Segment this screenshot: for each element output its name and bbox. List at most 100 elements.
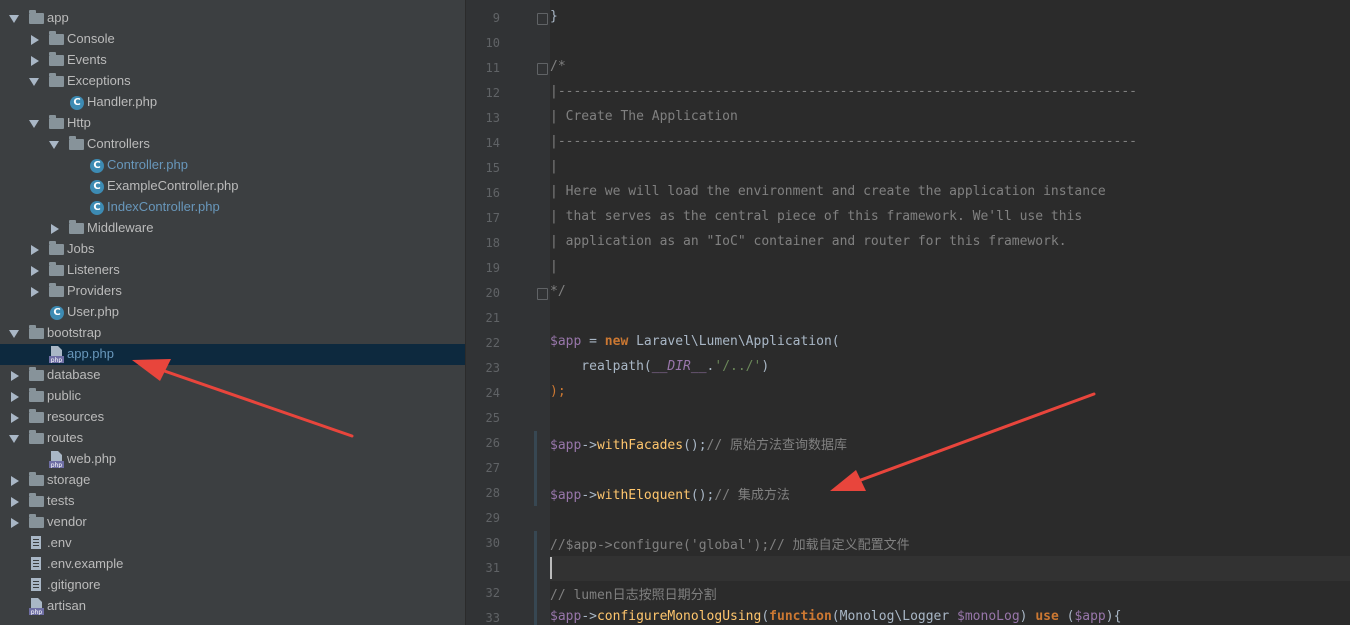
chevron-down-icon[interactable] (29, 78, 39, 86)
tree-item-label: app.php (67, 346, 114, 361)
tree-item-bootstrap[interactable]: bootstrap (0, 323, 465, 344)
code-token: // lumen (550, 588, 613, 603)
code-line[interactable]: } (550, 9, 558, 24)
folder-icon (29, 472, 44, 486)
chevron-down-icon[interactable] (29, 120, 39, 128)
tree-item-jobs[interactable]: Jobs (0, 239, 465, 260)
tree-item-storage[interactable]: storage (0, 470, 465, 491)
tree-item-gitignore[interactable]: .gitignore (0, 575, 465, 596)
code-token: realpath( (550, 359, 652, 374)
fold-toggle-icon[interactable] (537, 288, 548, 300)
code-line[interactable]: */ (550, 284, 566, 299)
code-line[interactable]: $app = new Laravel\Lumen\Application( (550, 334, 840, 349)
code-line[interactable]: |---------------------------------------… (550, 84, 1137, 99)
code-token: // (714, 488, 738, 503)
tree-item-label: app (47, 10, 69, 25)
tree-item-vendor[interactable]: vendor (0, 512, 465, 533)
tree-item-label: .gitignore (47, 577, 101, 592)
tree-item-tests[interactable]: tests (0, 491, 465, 512)
folder-icon (49, 115, 64, 129)
code-token: ) (1019, 609, 1036, 624)
tree-item-middleware[interactable]: Middleware (0, 218, 465, 239)
tree-item-env[interactable]: .env (0, 533, 465, 554)
chevron-down-icon[interactable] (9, 435, 19, 443)
tree-item-label: tests (47, 493, 75, 508)
folder-icon (29, 325, 44, 339)
fold-toggle-icon[interactable] (537, 63, 548, 75)
tree-item-user-php[interactable]: C User.php (0, 302, 465, 323)
tree-item-handler-php[interactable]: C Handler.php (0, 92, 465, 113)
tree-item-providers[interactable]: Providers (0, 281, 465, 302)
line-number: 27 (485, 461, 500, 475)
tree-item-label: Exceptions (67, 73, 131, 88)
tree-item-console[interactable]: Console (0, 29, 465, 50)
code-token: 原始方法查询数据库 (730, 438, 848, 453)
code-token: |---------------------------------------… (550, 134, 1137, 149)
folder-icon (69, 136, 84, 150)
tree-item-database[interactable]: database (0, 365, 465, 386)
code-line[interactable]: /* (550, 59, 566, 74)
tree-item-public[interactable]: public (0, 386, 465, 407)
tree-item-app[interactable]: app (0, 8, 465, 29)
tree-item-controller-php[interactable]: C Controller.php (0, 155, 465, 176)
tree-item-app-php[interactable]: php app.php (0, 344, 465, 365)
line-number-gutter: 9 10 11 12 13 14 15 16 17 18 19 20 21 22 23 24 25 26 27 28 2… (466, 0, 550, 625)
chevron-right-icon[interactable] (11, 371, 19, 381)
code-line[interactable]: //$app->configure('global');// 加载自定义配置文件 (550, 534, 910, 553)
chevron-right-icon[interactable] (11, 497, 19, 507)
code-token: Laravel\Lumen\Application( (628, 334, 840, 349)
code-token: |---------------------------------------… (550, 84, 1137, 99)
code-line[interactable]: | (550, 159, 558, 174)
code-line[interactable]: | (550, 259, 558, 274)
chevron-right-icon[interactable] (11, 413, 19, 423)
chevron-right-icon[interactable] (31, 245, 39, 255)
code-token: $app (1074, 609, 1106, 624)
vcs-change-marker (534, 481, 537, 506)
code-line[interactable]: realpath(__DIR__.'/../') (550, 359, 769, 374)
chevron-right-icon[interactable] (11, 476, 19, 486)
text-caret (550, 557, 552, 579)
tree-item-exceptions[interactable]: Exceptions (0, 71, 465, 92)
chevron-right-icon[interactable] (31, 287, 39, 297)
folder-icon (49, 283, 64, 297)
tree-item-web-php[interactable]: php web.php (0, 449, 465, 470)
code-token: 集成方法 (737, 488, 790, 503)
tree-item-events[interactable]: Events (0, 50, 465, 71)
chevron-right-icon[interactable] (31, 266, 39, 276)
text-file-icon (31, 536, 41, 549)
php-class-icon: C (90, 201, 104, 215)
fold-toggle-icon[interactable] (537, 13, 548, 25)
tree-item-routes[interactable]: routes (0, 428, 465, 449)
code-line[interactable]: $app->withEloquent();// 集成方法 (550, 484, 790, 503)
tree-item-http[interactable]: Http (0, 113, 465, 134)
code-token: $app (550, 609, 582, 624)
chevron-right-icon[interactable] (11, 518, 19, 528)
chevron-down-icon[interactable] (9, 15, 19, 23)
code-editor[interactable]: 9 10 11 12 13 14 15 16 17 18 19 20 21 22 23 24 25 26 27 28 2… (466, 0, 1350, 625)
chevron-right-icon[interactable] (31, 56, 39, 66)
chevron-down-icon[interactable] (9, 330, 19, 338)
tree-item-indexcontroller-php[interactable]: C IndexController.php (0, 197, 465, 218)
code-line[interactable]: $app->configureMonologUsing(function(Mon… (550, 609, 1121, 624)
code-line[interactable]: | Create The Application (550, 109, 738, 124)
code-line[interactable]: | application as an "IoC" container and … (550, 234, 1067, 249)
code-token: $app (550, 334, 582, 349)
tree-item-env-example[interactable]: .env.example (0, 554, 465, 575)
tree-item-examplecontroller-php[interactable]: C ExampleController.php (0, 176, 465, 197)
line-number: 25 (485, 411, 500, 425)
folder-icon (29, 409, 44, 423)
tree-item-controllers[interactable]: Controllers (0, 134, 465, 155)
code-line[interactable]: $app->withFacades();// 原始方法查询数据库 (550, 434, 847, 453)
tree-item-artisan[interactable]: php artisan (0, 596, 465, 617)
chevron-right-icon[interactable] (51, 224, 59, 234)
code-line[interactable]: // lumen日志按照日期分割 (550, 584, 717, 603)
code-line[interactable]: | that serves as the central piece of th… (550, 209, 1082, 224)
code-line[interactable]: |---------------------------------------… (550, 134, 1137, 149)
code-line[interactable]: | Here we will load the environment and … (550, 184, 1106, 199)
chevron-down-icon[interactable] (49, 141, 59, 149)
tree-item-listeners[interactable]: Listeners (0, 260, 465, 281)
chevron-right-icon[interactable] (11, 392, 19, 402)
tree-item-resources[interactable]: resources (0, 407, 465, 428)
code-line[interactable]: ); (550, 384, 566, 399)
chevron-right-icon[interactable] (31, 35, 39, 45)
